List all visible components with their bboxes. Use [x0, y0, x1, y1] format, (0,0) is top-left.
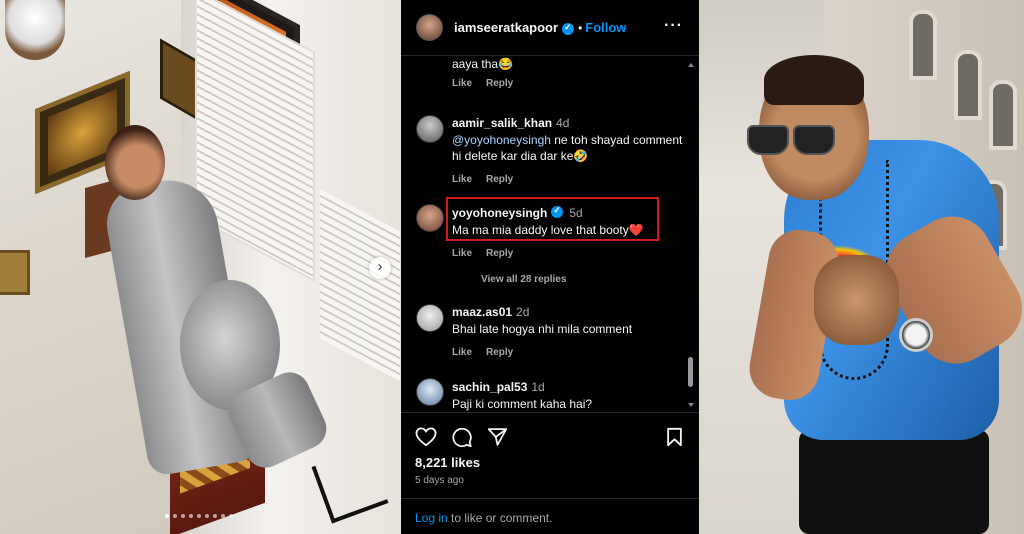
- instagram-post-panel: iamseeratkapoor • Follow ··· aaya tha😂 L…: [401, 0, 699, 534]
- reply-button[interactable]: Reply: [486, 248, 513, 259]
- view-replies-label: View all 28 replies: [481, 274, 567, 285]
- comment-actions: Like Reply: [452, 78, 687, 89]
- comment-icon[interactable]: [451, 427, 473, 448]
- post-actions: 8,221 likes 5 days ago Log in to like or…: [401, 412, 699, 534]
- comment-username[interactable]: sachin_pal53: [452, 380, 527, 394]
- likes-count[interactable]: 8,221 likes: [415, 455, 480, 470]
- comment-actions: Like Reply: [452, 248, 687, 259]
- sunglasses-lens: [747, 125, 789, 155]
- avatar[interactable]: [416, 115, 444, 143]
- separator: •: [578, 20, 583, 35]
- heart-icon[interactable]: [415, 427, 437, 447]
- avatar[interactable]: [416, 304, 444, 332]
- comment-username[interactable]: maaz.as01: [452, 305, 512, 319]
- carousel-dot: [173, 514, 177, 518]
- sunglasses-lens: [793, 125, 835, 155]
- comment-item: maaz.as01 2d Bhai late hogya nhi mila com…: [452, 303, 687, 358]
- view-replies-button[interactable]: View all 28 replies: [481, 274, 566, 285]
- comment-text: Paji ki comment kaha hai?: [452, 397, 593, 411]
- sunglasses: [747, 125, 837, 163]
- bookmark-icon[interactable]: [666, 427, 683, 447]
- reply-button[interactable]: Reply: [486, 347, 513, 358]
- left-post-photo: ›: [0, 0, 401, 534]
- reply-button[interactable]: Reply: [486, 78, 513, 89]
- avatar[interactable]: [416, 204, 444, 232]
- carousel-dot: [213, 514, 217, 518]
- comment-text: aaya tha😂: [452, 57, 513, 71]
- like-button[interactable]: Like: [452, 174, 472, 185]
- comment-time: 1d: [531, 380, 545, 394]
- highlight-box: [446, 197, 659, 241]
- building-window: [989, 80, 1017, 150]
- login-prompt: Log in to like or comment.: [401, 498, 699, 534]
- post-header: iamseeratkapoor • Follow ···: [401, 0, 699, 56]
- scrollbar-thumb[interactable]: [688, 357, 693, 387]
- comment-item: aaya tha😂 Like Reply: [452, 56, 687, 89]
- carousel-dot: [181, 514, 185, 518]
- comment-time: 4d: [556, 116, 570, 130]
- avatar[interactable]: [416, 378, 444, 406]
- scroll-down-arrow[interactable]: [688, 403, 694, 407]
- post-username[interactable]: iamseeratkapoor: [454, 20, 558, 35]
- verified-icon: [562, 22, 575, 35]
- post-timestamp: 5 days ago: [415, 475, 464, 486]
- comment-actions: Like Reply: [452, 347, 687, 358]
- like-button[interactable]: Like: [452, 347, 472, 358]
- carousel-dot: [229, 514, 233, 518]
- comment-actions: Like Reply: [452, 174, 687, 185]
- login-link[interactable]: Log in: [415, 511, 448, 525]
- comment-text: Bhai late hogya nhi mila comment: [452, 322, 633, 336]
- chevron-right-icon: ›: [377, 258, 383, 275]
- man-hair: [764, 55, 864, 105]
- avatar[interactable]: [416, 14, 443, 41]
- like-button[interactable]: Like: [452, 78, 472, 89]
- building-window: [909, 10, 937, 80]
- carousel-dot: [221, 514, 225, 518]
- scroll-up-arrow[interactable]: [688, 63, 694, 67]
- comment-username[interactable]: aamir_salik_khan: [452, 116, 552, 130]
- man-hand: [814, 255, 899, 345]
- comment-item: sachin_pal53 1d Paji ki comment kaha hai?: [452, 378, 687, 412]
- carousel-next-button[interactable]: ›: [369, 257, 391, 279]
- building-window: [954, 50, 982, 120]
- like-button[interactable]: Like: [452, 248, 472, 259]
- comment-time: 2d: [516, 305, 530, 319]
- carousel-dot: [165, 514, 169, 518]
- mention-link[interactable]: @yoyohoneysingh: [452, 133, 551, 147]
- woman-head: [105, 125, 165, 200]
- wall-frame: [0, 250, 30, 295]
- carousel-dots: [165, 514, 233, 518]
- comment-item: aamir_salik_khan 4d @yoyohoneysingh ne to…: [452, 114, 687, 185]
- wristwatch: [899, 318, 933, 352]
- follow-button[interactable]: Follow: [585, 20, 626, 35]
- man-pants: [799, 430, 989, 534]
- reply-button[interactable]: Reply: [486, 174, 513, 185]
- carousel-dot: [197, 514, 201, 518]
- ceiling-lamp: [5, 0, 65, 60]
- share-icon[interactable]: [487, 427, 508, 447]
- carousel-dot: [189, 514, 193, 518]
- right-photo: [699, 0, 1024, 534]
- more-icon[interactable]: ···: [664, 17, 683, 35]
- login-prompt-text: to like or comment.: [447, 511, 553, 525]
- comment-text: @yoyohoneysingh ne toh shayad comment hi…: [452, 132, 687, 164]
- carousel-dot: [205, 514, 209, 518]
